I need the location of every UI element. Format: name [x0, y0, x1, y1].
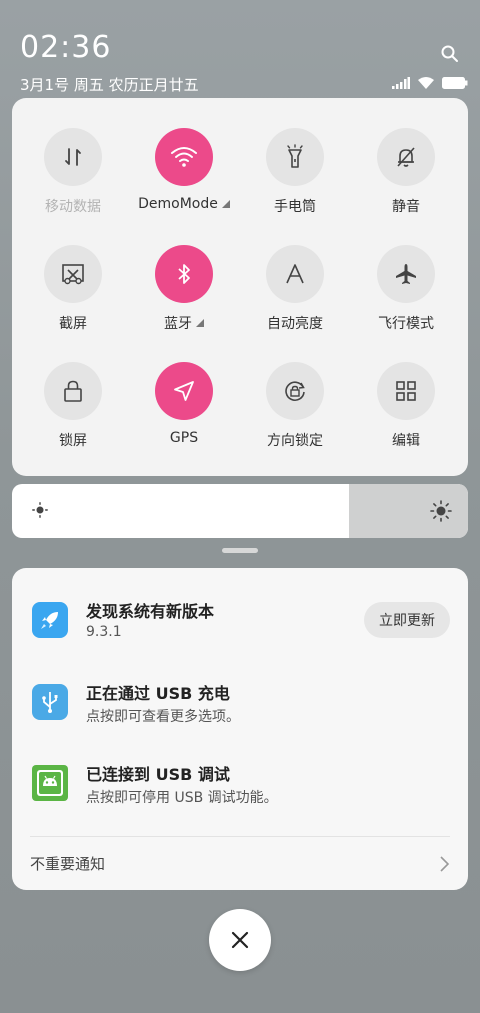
usb-icon [32, 684, 68, 720]
grid-edit-icon [377, 362, 435, 420]
tile-label: 自动亮度 [267, 316, 323, 332]
close-icon [231, 931, 249, 949]
update-now-button[interactable]: 立即更新 [364, 602, 450, 638]
tile-label: 方向锁定 [267, 433, 323, 449]
rocket-icon [32, 602, 68, 638]
tile-label: 移动数据 [45, 199, 101, 215]
bluetooth-icon [155, 245, 213, 303]
battery-icon [442, 77, 468, 89]
tile-label: 截屏 [59, 316, 87, 332]
system-icons [392, 76, 468, 90]
notification-title: 已连接到 USB 调试 [86, 765, 230, 784]
tile-label-row: DemoMode [129, 196, 239, 212]
status-bar: 02:36 3月1号 周五 农历正月廿五 [0, 0, 480, 100]
tile-label: 手电筒 [274, 199, 316, 215]
notification-subtitle: 点按即可停用 USB 调试功能。 [86, 790, 278, 806]
tile-label: 静音 [392, 199, 420, 215]
tile-label: 锁屏 [59, 433, 87, 449]
notification-subtitle: 点按即可查看更多选项。 [86, 709, 240, 725]
notification-usb-debugging[interactable]: 已连接到 USB 调试 点按即可停用 USB 调试功能。 [32, 761, 452, 821]
lock-icon [44, 362, 102, 420]
divider [30, 836, 450, 837]
quick-settings-panel: 移动数据 DemoMode 手电筒 静音 截屏 蓝牙 自动亮度 飞行模式 锁屏 … [12, 98, 468, 476]
tile-edit[interactable]: 编辑 [351, 362, 461, 472]
tile-rotation-lock[interactable]: 方向锁定 [240, 362, 350, 472]
clear-all-button[interactable] [209, 909, 271, 971]
tile-label: 编辑 [392, 433, 420, 449]
tile-label: 飞行模式 [378, 316, 434, 332]
tile-label: GPS [169, 430, 199, 446]
tile-bluetooth[interactable]: 蓝牙 [129, 245, 239, 355]
tile-label: 蓝牙 [164, 316, 192, 332]
tile-airplane[interactable]: 飞行模式 [351, 245, 461, 355]
notification-subtitle: 9.3.1 [86, 624, 122, 640]
auto-brightness-icon [266, 245, 324, 303]
tile-auto-brightness[interactable]: 自动亮度 [240, 245, 350, 355]
expand-triangle-icon [196, 319, 204, 327]
brightness-low-icon [32, 502, 48, 518]
wifi-icon [155, 128, 213, 186]
notification-title: 正在通过 USB 充电 [86, 684, 230, 703]
tile-mobile-data[interactable]: 移动数据 [18, 128, 128, 238]
notification-panel: 发现系统有新版本 9.3.1 立即更新 正在通过 USB 充电 点按即可查看更多… [12, 568, 468, 890]
bell-off-icon [377, 128, 435, 186]
drag-handle[interactable] [222, 548, 258, 553]
flashlight-icon [266, 128, 324, 186]
brightness-high-icon [430, 500, 452, 522]
airplane-icon [377, 245, 435, 303]
clock: 02:36 [20, 30, 112, 65]
rotation-lock-icon [266, 362, 324, 420]
screenshot-icon [44, 245, 102, 303]
notification-usb-charging[interactable]: 正在通过 USB 充电 点按即可查看更多选项。 [32, 680, 452, 740]
tile-lock-screen[interactable]: 锁屏 [18, 362, 128, 472]
tile-flashlight[interactable]: 手电筒 [240, 128, 350, 238]
tile-gps[interactable]: GPS [129, 362, 239, 472]
location-arrow-icon [155, 362, 213, 420]
chevron-right-icon[interactable] [438, 855, 450, 873]
tile-wifi[interactable]: DemoMode [129, 128, 239, 238]
wifi-status-icon [418, 77, 434, 89]
expand-triangle-icon [221, 200, 230, 208]
notification-title: 发现系统有新版本 [86, 602, 215, 621]
signal-icon [392, 77, 410, 89]
unimportant-notifications-link[interactable]: 不重要通知 [30, 853, 105, 874]
tile-silent[interactable]: 静音 [351, 128, 461, 238]
tile-screenshot[interactable]: 截屏 [18, 245, 128, 355]
android-icon [32, 765, 68, 801]
date-text: 3月1号 周五 农历正月廿五 [20, 76, 199, 94]
tile-label: DemoMode [138, 196, 218, 212]
brightness-slider[interactable] [12, 484, 468, 538]
search-icon[interactable] [440, 44, 460, 64]
tile-label-row: 蓝牙 [129, 313, 239, 333]
mobile-data-icon [44, 128, 102, 186]
